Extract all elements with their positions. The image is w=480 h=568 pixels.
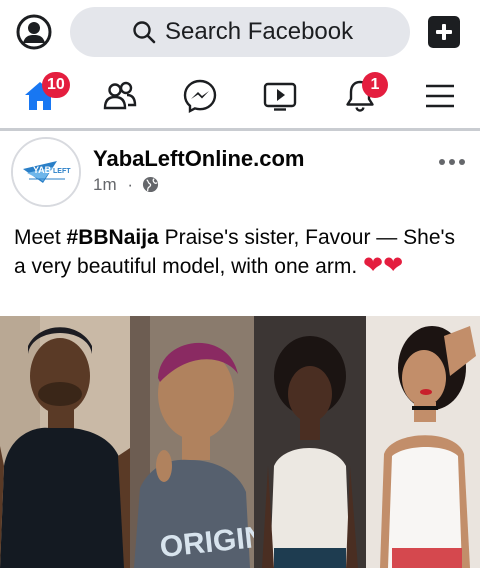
post-photo[interactable]: ORIGINA [0, 316, 480, 568]
globe-icon [142, 176, 158, 193]
post-meta: 1m · [93, 174, 159, 196]
man-portrait [0, 316, 130, 568]
tab-notifications[interactable]: 1 [330, 64, 390, 128]
profile-button[interactable] [16, 14, 52, 50]
svg-text:LEFT: LEFT [53, 168, 71, 175]
tab-watch[interactable] [250, 64, 310, 128]
woman-white-top-portrait [254, 316, 366, 568]
post-text: Meet #BBNaija Praise's sister, Favour — … [14, 224, 464, 281]
page-name[interactable]: YabaLeftOnline.com [93, 146, 305, 172]
search-icon [133, 21, 156, 44]
photo-panel-2: ORIGINA [130, 316, 254, 568]
more-dot-icon [459, 159, 465, 165]
more-dot-icon [449, 159, 455, 165]
post-time[interactable]: 1m [93, 175, 117, 195]
home-badge: 10 [42, 72, 70, 98]
messenger-icon [183, 79, 217, 114]
create-button[interactable] [428, 16, 460, 48]
more-options-button[interactable] [436, 149, 468, 173]
nav-bar: 10 1 [0, 64, 480, 128]
woman-purple-hair-portrait: ORIGINA [130, 316, 254, 568]
post-header: YABA LEFT YabaLeftOnline.com 1m · [0, 131, 480, 213]
page-avatar[interactable]: YABA LEFT [11, 137, 81, 207]
more-dot-icon [439, 159, 445, 165]
woman-choker-portrait [366, 316, 480, 568]
search-input[interactable]: Search Facebook [70, 7, 410, 57]
meta-separator: · [127, 174, 134, 194]
heart-emoji: ❤❤ [363, 252, 404, 279]
yabaleft-logo: YABA LEFT [13, 139, 79, 205]
hashtag-link[interactable]: #BBNaija [67, 226, 159, 249]
top-bar: Search Facebook [0, 0, 480, 64]
friends-icon [103, 81, 137, 110]
post-text-prefix: Meet [14, 226, 67, 249]
photo-panel-1 [0, 316, 130, 568]
hamburger-menu-icon [426, 84, 454, 108]
photo-panel-4 [366, 316, 480, 568]
tab-home[interactable]: 10 [10, 64, 70, 128]
user-circle-icon [16, 14, 52, 50]
tab-friends[interactable] [90, 64, 150, 128]
photo-panel-3 [254, 316, 366, 568]
tab-menu[interactable] [410, 64, 470, 128]
notifications-badge: 1 [362, 72, 388, 98]
tab-messenger[interactable] [170, 64, 230, 128]
video-play-icon [263, 82, 297, 111]
search-placeholder: Search Facebook [165, 18, 354, 45]
